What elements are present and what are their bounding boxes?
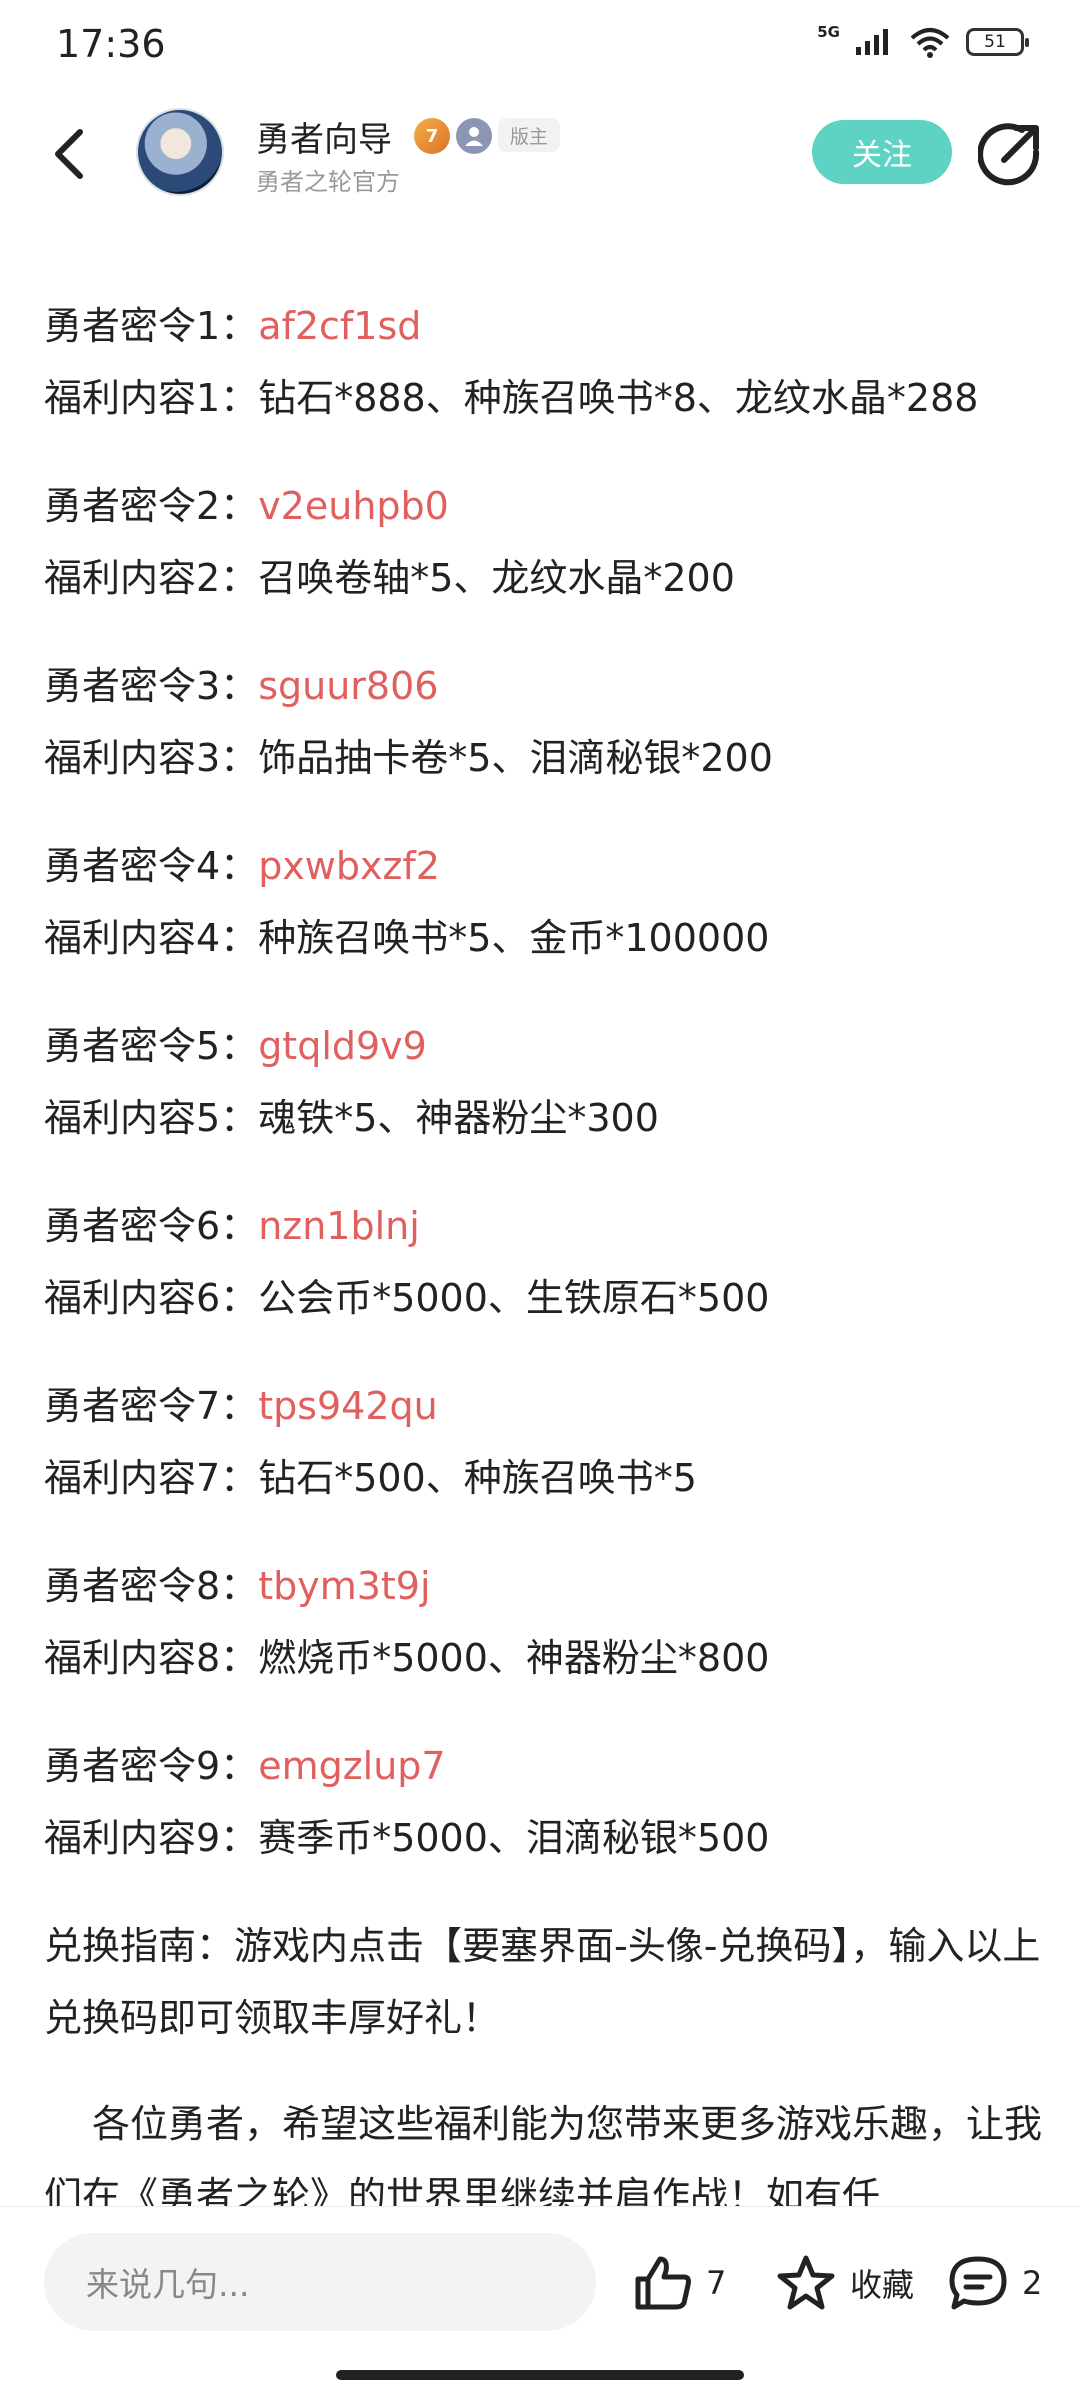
code-block: 勇者密令9：emgzlup7 福利内容9：赛季币*5000、泪滴秘银*500	[44, 1730, 1044, 1874]
reward-text: 公会币*5000、生铁原石*500	[258, 1276, 770, 1320]
thumbs-up-icon	[635, 2256, 691, 2310]
home-indicator[interactable]	[336, 2370, 744, 2380]
battery-indicator: 51	[966, 28, 1029, 56]
code-block: 勇者密令6：nzn1blnj 福利内容6：公会币*5000、生铁原石*500	[44, 1190, 1044, 1334]
chevron-left-icon	[55, 129, 83, 179]
code-label: 勇者密令6：	[44, 1204, 259, 1248]
redeem-code[interactable]: v2euhpb0	[258, 484, 449, 528]
reward-text: 燃烧币*5000、神器粉尘*800	[258, 1636, 770, 1680]
comment-bubble-icon	[949, 2256, 1007, 2310]
favorite-button[interactable]: 收藏	[776, 2251, 914, 2315]
author-subtitle: 勇者之轮官方	[256, 168, 400, 196]
reward-label: 福利内容1：	[44, 376, 259, 420]
code-label: 勇者密令2：	[44, 484, 259, 528]
comment-count: 2	[1022, 2264, 1043, 2302]
redeem-code[interactable]: af2cf1sd	[258, 304, 421, 348]
share-button[interactable]	[977, 122, 1042, 186]
reward-label: 福利内容2：	[44, 556, 259, 600]
star-icon	[777, 2255, 835, 2310]
level-medal-icon: 7	[414, 118, 450, 154]
follow-button[interactable]: 关注	[812, 120, 952, 184]
reward-label: 福利内容3：	[44, 736, 259, 780]
user-badge-icon	[456, 118, 492, 154]
code-label: 勇者密令8：	[44, 1564, 259, 1608]
code-block: 勇者密令8：tbym3t9j 福利内容8：燃烧币*5000、神器粉尘*800	[44, 1550, 1044, 1694]
code-label: 勇者密令9：	[44, 1744, 259, 1788]
reward-label: 福利内容5：	[44, 1096, 259, 1140]
code-label: 勇者密令7：	[44, 1384, 259, 1428]
redeem-code[interactable]: tps942qu	[258, 1384, 438, 1428]
reward-text: 饰品抽卡卷*5、泪滴秘银*200	[258, 736, 773, 780]
post-header: 勇者向导 7 版主 勇者之轮官方 关注	[0, 96, 1080, 216]
code-block: 勇者密令5：gtqld9v9 福利内容5：魂铁*5、神器粉尘*300	[44, 1010, 1044, 1154]
reward-label: 福利内容9：	[44, 1816, 259, 1860]
redeem-code[interactable]: pxwbxzf2	[258, 844, 440, 888]
code-block: 勇者密令1：af2cf1sd 福利内容1：钻石*888、种族召唤书*8、龙纹水晶…	[44, 290, 1044, 434]
redeem-code[interactable]: tbym3t9j	[258, 1564, 430, 1608]
share-icon	[977, 123, 1040, 186]
status-time: 17:36	[56, 22, 166, 66]
reward-label: 福利内容7：	[44, 1456, 259, 1500]
back-button[interactable]	[40, 124, 100, 184]
network-type: 5G	[817, 23, 840, 41]
avatar[interactable]	[136, 108, 224, 196]
post-content: 勇者密令1：af2cf1sd 福利内容1：钻石*888、种族召唤书*8、龙纹水晶…	[44, 290, 1044, 2232]
status-icons: 5G 51	[817, 23, 1029, 58]
signal-icon	[856, 29, 888, 55]
reward-label: 福利内容4：	[44, 916, 259, 960]
redeem-code[interactable]: emgzlup7	[258, 1744, 445, 1788]
code-label: 勇者密令1：	[44, 304, 259, 348]
like-button[interactable]: 7	[634, 2251, 726, 2315]
person-icon	[465, 127, 483, 146]
code-label: 勇者密令5：	[44, 1024, 259, 1068]
battery-level: 51	[984, 32, 1006, 52]
reward-text: 赛季币*5000、泪滴秘银*500	[258, 1816, 770, 1860]
redeem-code[interactable]: sguur806	[258, 664, 438, 708]
reward-text: 魂铁*5、神器粉尘*300	[258, 1096, 659, 1140]
comment-placeholder: 来说几句...	[86, 2265, 250, 2304]
comment-input[interactable]: 来说几句...	[44, 2233, 596, 2331]
code-label: 勇者密令4：	[44, 844, 259, 888]
code-block: 勇者密令3：sguur806 福利内容3：饰品抽卡卷*5、泪滴秘银*200	[44, 650, 1044, 794]
reward-text: 钻石*500、种族召唤书*5	[258, 1456, 697, 1500]
code-block: 勇者密令2：v2euhpb0 福利内容2：召唤卷轴*5、龙纹水晶*200	[44, 470, 1044, 614]
reward-text: 钻石*888、种族召唤书*8、龙纹水晶*288	[258, 376, 979, 420]
reward-text: 种族召唤书*5、金币*100000	[258, 916, 770, 960]
reward-text: 召唤卷轴*5、龙纹水晶*200	[258, 556, 735, 600]
like-count: 7	[706, 2264, 727, 2302]
reward-label: 福利内容6：	[44, 1276, 259, 1320]
redeem-code[interactable]: nzn1blnj	[258, 1204, 420, 1248]
status-bar: 17:36 5G 51	[0, 0, 1080, 96]
code-block: 勇者密令7：tps942qu 福利内容7：钻石*500、种族召唤书*5	[44, 1370, 1044, 1514]
favorite-label: 收藏	[850, 2266, 915, 2304]
author-name[interactable]: 勇者向导	[256, 112, 392, 161]
redeem-code[interactable]: gtqld9v9	[258, 1024, 427, 1068]
redeem-guide: 兑换指南：游戏内点击【要塞界面-头像-兑换码】，输入以上兑换码即可领取丰厚好礼！	[44, 1924, 1041, 2040]
moderator-badge: 版主	[498, 118, 561, 152]
medal-level: 7	[425, 125, 439, 147]
comment-button[interactable]: 2	[948, 2251, 1042, 2315]
code-label: 勇者密令3：	[44, 664, 259, 708]
wifi-icon	[910, 28, 950, 58]
reward-label: 福利内容8：	[44, 1636, 259, 1680]
code-block: 勇者密令4：pxwbxzf2 福利内容4：种族召唤书*5、金币*100000	[44, 830, 1044, 974]
